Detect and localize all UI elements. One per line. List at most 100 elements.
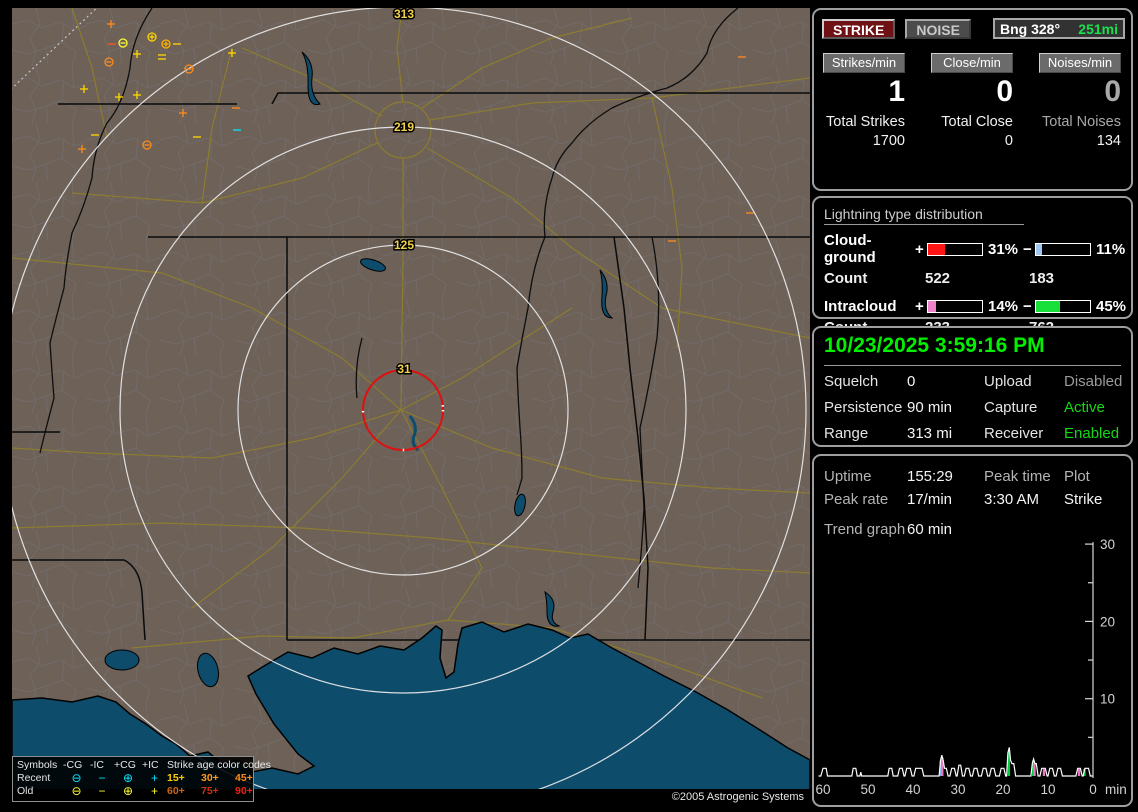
symbol-legend: Symbols-CG-IC+CG+ICStrike age color code… xyxy=(12,756,254,802)
capture-value: Active xyxy=(1064,398,1121,418)
cg-minus-count: 183 xyxy=(1029,270,1127,287)
total-close-label: Total Close xyxy=(931,114,1013,130)
strikes-column: Strikes/min 1 Total Strikes 1700 xyxy=(823,53,905,149)
svg-text:30: 30 xyxy=(1100,537,1115,552)
upload-label: Upload xyxy=(984,372,1064,392)
legend-age-code: 30+ xyxy=(201,772,235,785)
distribution-title: Lightning type distribution xyxy=(824,206,1024,225)
cg-minus-bar xyxy=(1035,243,1091,256)
ic-minus-pct: 45% xyxy=(1091,298,1131,315)
plot-value: Strike xyxy=(1064,488,1121,511)
strikes-per-min-chip[interactable]: Strikes/min xyxy=(823,53,905,73)
status-row: Persistence 90 min Capture Active xyxy=(824,398,1121,418)
nexstorm-window: 31321912531 ©2005 Astrogenic Systems Sym… xyxy=(0,0,1138,812)
svg-text:min: min xyxy=(1105,782,1127,797)
datetime-display: 10/23/2025 3:59:16 PM xyxy=(824,334,1121,366)
plot-label: Plot xyxy=(1064,465,1121,488)
squelch-label: Squelch xyxy=(824,372,907,392)
svg-text:10: 10 xyxy=(1100,692,1115,707)
minus-sign: − xyxy=(1023,241,1035,258)
total-strikes-label: Total Strikes xyxy=(823,114,905,130)
cg-plus-pct: 31% xyxy=(983,241,1023,258)
capture-label: Capture xyxy=(984,398,1064,418)
legend-age-code: 15+ xyxy=(167,772,201,785)
legend---icon: − xyxy=(90,785,114,798)
svg-text:31: 31 xyxy=(397,362,411,376)
trend-panel: Uptime 155:29 Peak time Plot Peak rate 1… xyxy=(812,454,1133,807)
bearing-readout: Bng 328° 251mi xyxy=(993,18,1125,39)
strikes-per-min-value: 1 xyxy=(823,75,905,109)
cg-minus-pct: 11% xyxy=(1091,241,1131,258)
minus-sign: − xyxy=(1023,298,1035,315)
cloud-ground-row: Cloud-ground + 31% − 11% xyxy=(824,232,1127,266)
count-label: Count xyxy=(824,270,925,287)
persistence-value: 90 min xyxy=(907,398,984,418)
strike-mode-button[interactable]: STRIKE xyxy=(822,19,895,39)
legend-age-code: 60+ xyxy=(167,785,201,798)
bearing-value: Bng 328° xyxy=(1000,21,1060,37)
upload-value: Disabled xyxy=(1064,372,1122,392)
receiver-value: Enabled xyxy=(1064,424,1121,444)
total-close-value: 0 xyxy=(931,133,1013,149)
svg-text:30: 30 xyxy=(950,782,965,797)
range-label: Range xyxy=(824,424,907,444)
svg-text:125: 125 xyxy=(394,238,414,252)
receiver-label: Receiver xyxy=(984,424,1064,444)
svg-text:313: 313 xyxy=(394,8,414,21)
close-per-min-value: 0 xyxy=(931,75,1013,109)
uptime-value: 155:29 xyxy=(907,465,984,488)
legend-age-code: 90+ xyxy=(235,785,269,798)
status-row: Squelch 0 Upload Disabled xyxy=(824,372,1121,392)
uptime-label: Uptime xyxy=(824,465,907,488)
legend-age-code: 75+ xyxy=(201,785,235,798)
noises-per-min-value: 0 xyxy=(1039,75,1121,109)
status-panel: 10/23/2025 3:59:16 PM Squelch 0 Upload D… xyxy=(812,326,1133,447)
range-value: 313 mi xyxy=(907,424,984,444)
ic-minus-bar xyxy=(1035,300,1091,313)
close-per-min-chip[interactable]: Close/min xyxy=(931,53,1013,73)
total-strikes-value: 1700 xyxy=(823,133,905,149)
ic-plus-bar xyxy=(927,300,983,313)
noise-mode-button[interactable]: NOISE xyxy=(905,19,971,39)
total-noises-label: Total Noises xyxy=(1039,114,1121,130)
trend-graph: 1020306050403020100min xyxy=(816,534,1130,809)
legend-+-icon: + xyxy=(142,785,167,798)
legend-op-icon: ⊕ xyxy=(114,785,142,798)
peak-rate-value: 17/min xyxy=(907,488,984,511)
map-canvas: 31321912531 xyxy=(12,8,810,806)
total-noises-value: 134 xyxy=(1039,133,1121,149)
peak-time-label: Peak time xyxy=(984,465,1064,488)
bearing-distance: 251mi xyxy=(1078,21,1118,37)
legend-om-icon: ⊖ xyxy=(63,785,90,798)
peak-rate-label: Peak rate xyxy=(824,488,907,511)
intracloud-label: Intracloud xyxy=(824,298,915,315)
cloud-ground-label: Cloud-ground xyxy=(824,232,915,266)
noises-column: Noises/min 0 Total Noises 134 xyxy=(1039,53,1121,149)
lightning-map[interactable]: 31321912531 ©2005 Astrogenic Systems Sym… xyxy=(12,8,810,806)
svg-text:60: 60 xyxy=(816,782,831,797)
intracloud-row: Intracloud + 14% − 45% xyxy=(824,298,1127,315)
plus-sign: + xyxy=(915,298,927,315)
svg-text:0: 0 xyxy=(1089,782,1097,797)
svg-text:10: 10 xyxy=(1040,782,1055,797)
stats-row: Peak rate 17/min 3:30 AM Strike xyxy=(824,488,1121,511)
noises-per-min-chip[interactable]: Noises/min xyxy=(1039,53,1121,73)
svg-text:20: 20 xyxy=(1100,614,1115,629)
cg-plus-bar xyxy=(927,243,983,256)
peak-time-value: 3:30 AM xyxy=(984,488,1064,511)
legend-header: Symbols xyxy=(17,759,63,772)
cg-plus-count: 522 xyxy=(925,270,1029,287)
legend-age-header: Strike age color codes xyxy=(167,759,269,772)
legend-row-label: Old xyxy=(17,785,63,798)
svg-text:40: 40 xyxy=(905,782,920,797)
distribution-panel: Lightning type distribution Cloud-ground… xyxy=(812,196,1133,319)
plus-sign: + xyxy=(915,241,927,258)
persistence-label: Persistence xyxy=(824,398,907,418)
cloud-ground-count-row: Count 522 183 xyxy=(824,270,1127,287)
status-row: Range 313 mi Receiver Enabled xyxy=(824,424,1121,444)
strike-counter-panel: STRIKE NOISE Bng 328° 251mi Strikes/min … xyxy=(812,8,1133,191)
legend-age-code: 45+ xyxy=(235,772,269,785)
legend-row-label: Recent xyxy=(17,772,63,785)
squelch-value: 0 xyxy=(907,372,984,392)
copyright-text: ©2005 Astrogenic Systems xyxy=(672,791,804,803)
